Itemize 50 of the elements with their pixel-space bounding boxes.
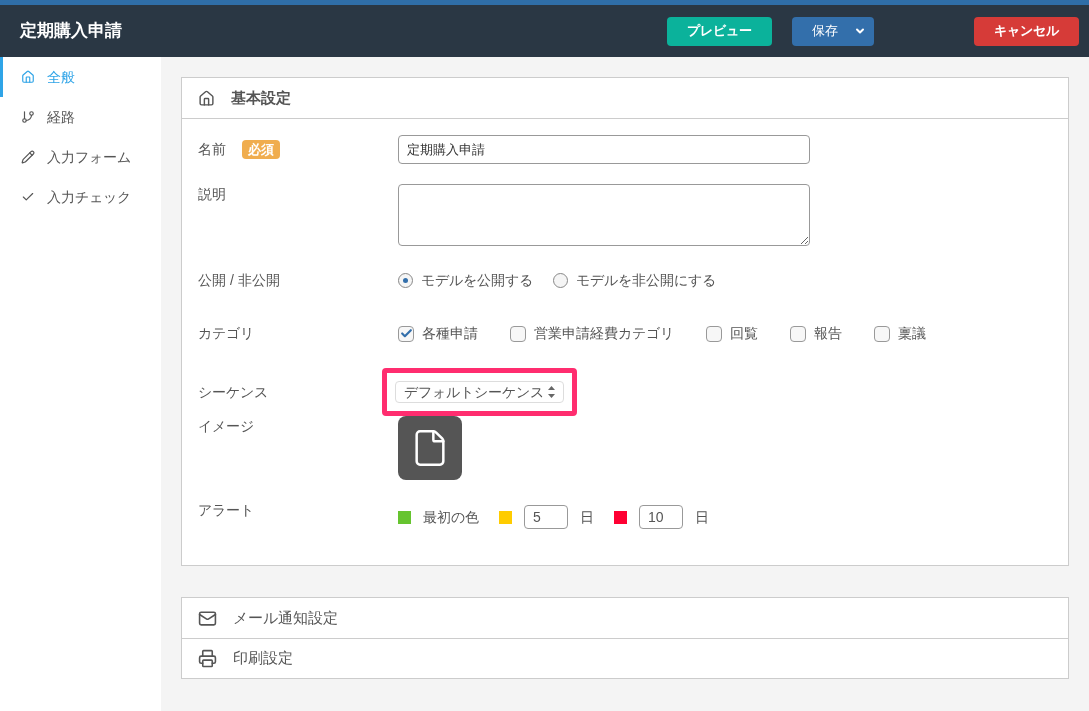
checkbox[interactable] <box>874 325 890 342</box>
days-unit: 日 <box>580 507 594 527</box>
field-label: 公開 / 非公開 <box>198 272 280 288</box>
description-field[interactable] <box>398 184 810 246</box>
card-title: 基本設定 <box>231 87 291 108</box>
days-field[interactable]: 10 <box>639 505 683 529</box>
radio-button[interactable] <box>553 273 568 288</box>
checkbox[interactable] <box>510 325 526 342</box>
pencil-icon <box>21 150 35 164</box>
print-icon <box>198 649 217 668</box>
field-label: 説明 <box>198 186 226 202</box>
page-title: 定期購入申請 <box>20 20 122 43</box>
radio-option[interactable]: モデルを公開する <box>398 270 533 291</box>
sidebar-item[interactable]: 経路 <box>0 97 161 137</box>
image-thumbnail[interactable] <box>398 416 462 480</box>
section-header[interactable]: メール通知設定 <box>182 598 1068 638</box>
field-label: イメージ <box>198 418 254 434</box>
checkbox[interactable] <box>706 325 722 342</box>
home-icon <box>21 70 35 84</box>
alert-color-swatch[interactable] <box>614 510 627 524</box>
field-label: カテゴリ <box>198 325 254 341</box>
required-badge: 必須 <box>242 139 280 160</box>
alert-label: 最初の色 <box>423 507 479 527</box>
days-unit: 日 <box>695 507 709 527</box>
checkbox[interactable] <box>398 325 414 342</box>
checkbox-option[interactable]: 営業申請経費カテゴリ <box>510 323 674 344</box>
radio-option[interactable]: モデルを非公開にする <box>553 270 716 291</box>
checkbox-option[interactable]: 回覧 <box>706 323 758 344</box>
home-icon <box>198 89 215 107</box>
field-label: 名前 <box>198 140 226 159</box>
field-label: アラート <box>198 502 254 518</box>
sidebar-item[interactable]: 入力フォーム <box>0 137 161 177</box>
route-icon <box>21 110 35 124</box>
name-field[interactable]: 定期購入申請 <box>398 135 810 164</box>
mail-icon <box>198 608 217 628</box>
alert-color-swatch[interactable] <box>499 510 512 524</box>
check-icon <box>21 190 35 204</box>
days-field[interactable]: 5 <box>524 505 568 529</box>
checkbox[interactable] <box>790 325 806 342</box>
field-label: シーケンス <box>198 383 268 400</box>
checkbox-option[interactable]: 各種申請 <box>398 323 478 344</box>
checkbox-option[interactable]: 稟議 <box>874 323 926 344</box>
cancel-button[interactable]: キャンセル <box>974 16 1079 46</box>
checkbox-option[interactable]: 報告 <box>790 323 842 344</box>
section-header[interactable]: 印刷設定 <box>182 638 1068 678</box>
alert-color-swatch[interactable] <box>398 510 411 524</box>
radio-button[interactable] <box>398 273 413 288</box>
sort-arrows-icon <box>548 386 555 398</box>
sidebar-item[interactable]: 入力チェック <box>0 177 161 217</box>
sequence-select[interactable]: デフォルトシーケンス <box>395 381 564 403</box>
